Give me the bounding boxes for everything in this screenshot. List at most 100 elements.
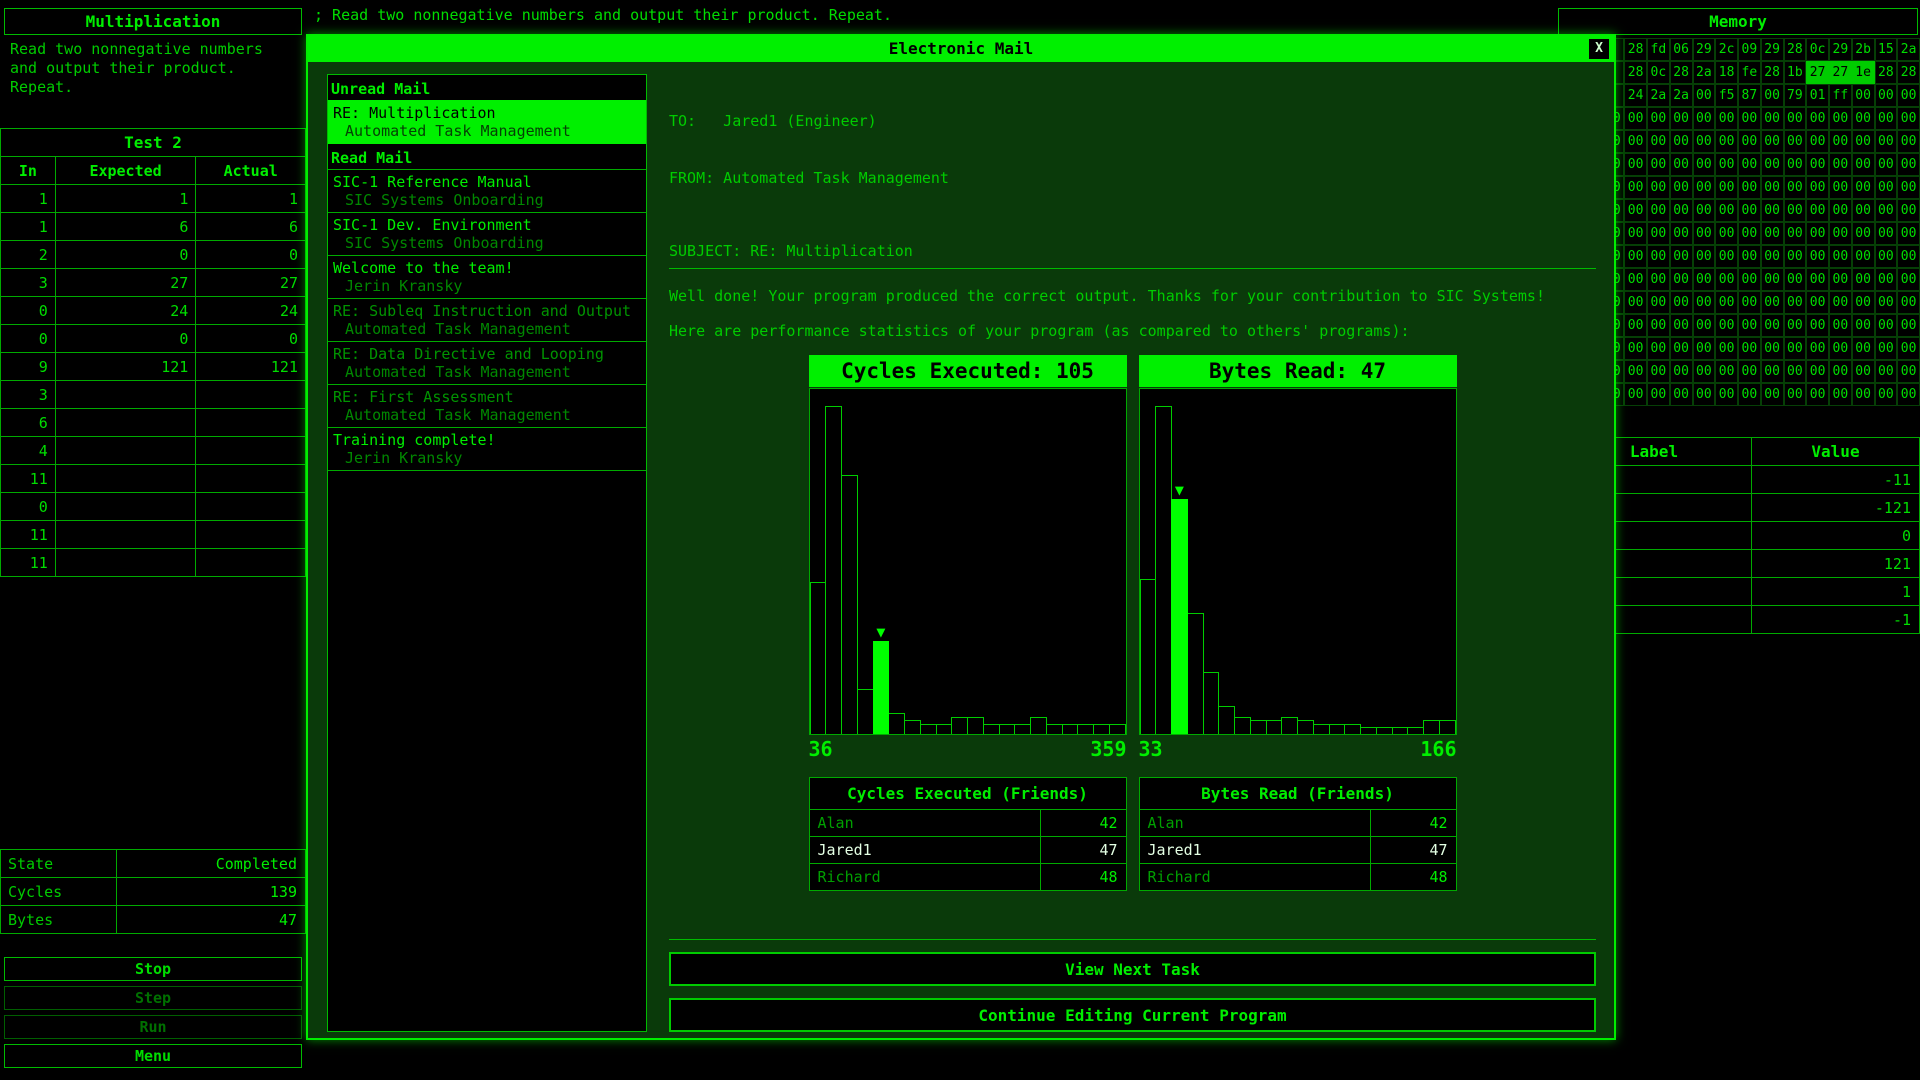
mail-to-line: TO: Jared1 (Engineer) [669, 112, 1596, 131]
histogram-bar [1030, 717, 1047, 734]
menu-button[interactable]: Menu [4, 1044, 302, 1068]
test-cell: 11 [1, 465, 56, 493]
test-cell [55, 521, 196, 549]
memory-cell: 00 [1715, 383, 1738, 406]
memory-cell: 00 [1670, 245, 1693, 268]
mail-item-sender: Automated Task Management [333, 122, 641, 140]
memory-cell: 00 [1715, 360, 1738, 383]
memory-cell: 00 [1624, 222, 1647, 245]
test-cell: 3 [1, 269, 56, 297]
variable-value: 121 [1752, 550, 1920, 578]
memory-cell: 00 [1670, 360, 1693, 383]
run-button[interactable]: Run [4, 1015, 302, 1039]
memory-cell: 00 [1806, 383, 1829, 406]
memory-cell: 00 [1875, 199, 1898, 222]
memory-cell: 00 [1761, 383, 1784, 406]
friends-tables-row: Cycles Executed (Friends)Alan42Jared147R… [669, 777, 1596, 891]
view-next-task-button[interactable]: View Next Task [669, 952, 1596, 986]
memory-cell: 00 [1693, 291, 1716, 314]
mail-item[interactable]: RE: Subleq Instruction and OutputAutomat… [328, 298, 646, 342]
mail-item[interactable]: RE: MultiplicationAutomated Task Managem… [328, 100, 646, 144]
memory-cell: 00 [1738, 383, 1761, 406]
variable-value: -11 [1752, 466, 1920, 494]
memory-cell: 00 [1647, 176, 1670, 199]
memory-cell: 00 [1670, 176, 1693, 199]
memory-cell: 00 [1897, 222, 1920, 245]
memory-cell: 0c [1806, 38, 1829, 61]
task-description: Read two nonnegative numbersand output t… [10, 40, 263, 97]
test-row: 11 [1, 549, 306, 577]
close-icon[interactable]: X [1589, 39, 1609, 59]
friend-name: Alan [809, 810, 1040, 837]
memory-title: Memory [1558, 8, 1918, 35]
memory-cell: 28 [1624, 61, 1647, 84]
description-line: Repeat. [10, 78, 263, 97]
memory-cell: 00 [1852, 222, 1875, 245]
histogram-bar [1344, 724, 1361, 734]
memory-cell: 00 [1738, 245, 1761, 268]
memory-cell: 00 [1806, 245, 1829, 268]
mail-content: TO: Jared1 (Engineer) FROM: Automated Ta… [669, 74, 1596, 1032]
test-cell [55, 465, 196, 493]
memory-cell: 00 [1761, 222, 1784, 245]
test-cell [196, 521, 306, 549]
test-table-header-row: In Expected Actual [1, 157, 306, 185]
friend-row: Richard48 [1139, 864, 1456, 891]
memory-cell: 00 [1738, 153, 1761, 176]
memory-cell: 00 [1829, 314, 1852, 337]
friend-row: Jared147 [809, 837, 1126, 864]
memory-cell: 00 [1715, 153, 1738, 176]
col-header-value: Value [1752, 438, 1920, 466]
mail-item[interactable]: RE: Data Directive and LoopingAutomated … [328, 341, 646, 385]
memory-cell: 00 [1852, 199, 1875, 222]
mail-item-sender: SIC Systems Onboarding [333, 234, 641, 252]
memory-cell: 00 [1829, 222, 1852, 245]
memory-cell: 00 [1647, 337, 1670, 360]
memory-cell: 00 [1806, 107, 1829, 130]
step-button[interactable]: Step [4, 986, 302, 1010]
mail-item[interactable]: RE: First AssessmentAutomated Task Manag… [328, 384, 646, 428]
mail-item[interactable]: SIC-1 Dev. EnvironmentSIC Systems Onboar… [328, 212, 646, 256]
test-row: 32727 [1, 269, 306, 297]
test-row: 11 [1, 521, 306, 549]
memory-cell: 00 [1784, 360, 1807, 383]
memory-cell: 00 [1897, 153, 1920, 176]
histogram-bar [1329, 724, 1346, 734]
memory-cell: 00 [1670, 130, 1693, 153]
test-cell [196, 437, 306, 465]
memory-cell: 00 [1624, 130, 1647, 153]
test-cell [55, 549, 196, 577]
memory-cell: 09 [1738, 38, 1761, 61]
memory-cell: 00 [1875, 84, 1898, 107]
col-header-expected: Expected [55, 157, 196, 185]
memory-cell: 00 [1647, 153, 1670, 176]
friend-name: Jared1 [1139, 837, 1370, 864]
state-value: 139 [117, 878, 306, 906]
histogram-bar [810, 582, 827, 734]
test-cell: 0 [1, 297, 56, 325]
memory-cell: 00 [1693, 245, 1716, 268]
memory-cell: 00 [1670, 291, 1693, 314]
test-cell [196, 465, 306, 493]
description-line: and output their product. [10, 59, 263, 78]
histogram-bar [1234, 717, 1251, 734]
mail-item[interactable]: Training complete!Jerin Kransky [328, 427, 646, 471]
stop-button[interactable]: Stop [4, 957, 302, 981]
continue-editing-button[interactable]: Continue Editing Current Program [669, 998, 1596, 1032]
memory-cell: 00 [1806, 222, 1829, 245]
chart-axis: 36359 [809, 737, 1127, 761]
memory-cell: 00 [1852, 314, 1875, 337]
memory-cell: 00 [1693, 383, 1716, 406]
memory-cell: 00 [1897, 107, 1920, 130]
memory-cell: 00 [1761, 268, 1784, 291]
memory-cell: 00 [1624, 199, 1647, 222]
test-row: 000 [1, 325, 306, 353]
mail-item[interactable]: Welcome to the team!Jerin Kransky [328, 255, 646, 299]
memory-cell: fd [1647, 38, 1670, 61]
memory-cell: 00 [1852, 383, 1875, 406]
memory-cell: 00 [1715, 176, 1738, 199]
sic1-app: ; Read two nonnegative numbers and outpu… [0, 0, 1920, 1080]
memory-cell: 00 [1829, 268, 1852, 291]
mail-item[interactable]: SIC-1 Reference ManualSIC Systems Onboar… [328, 169, 646, 213]
histogram-bar [1250, 720, 1267, 734]
